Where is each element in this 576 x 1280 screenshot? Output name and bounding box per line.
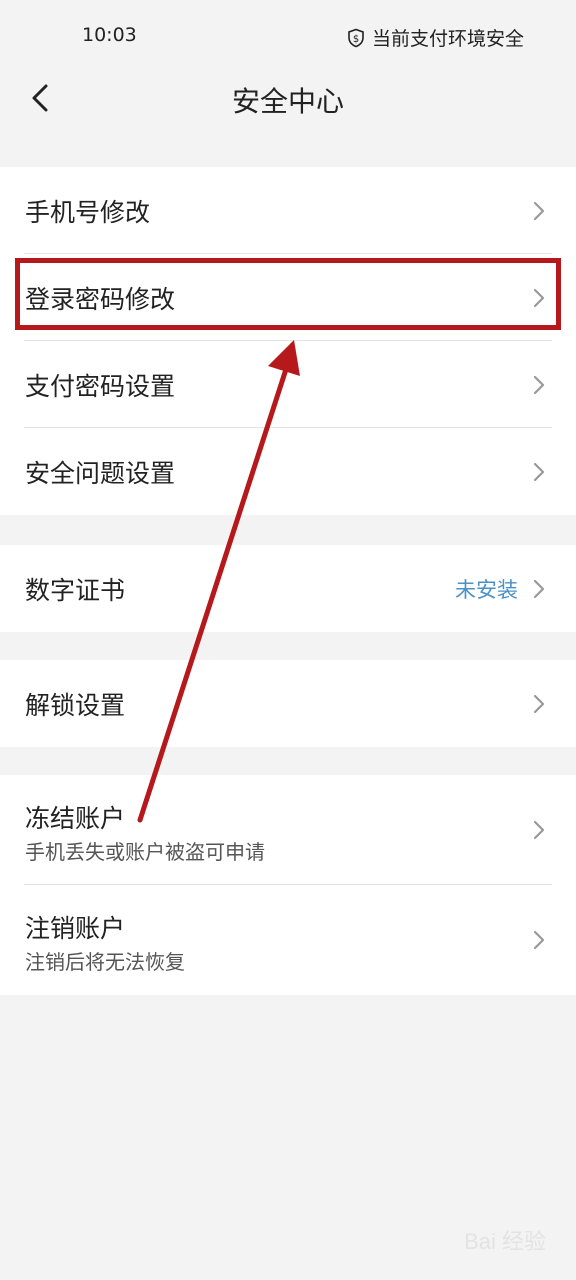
menu-item-unlock-settings[interactable]: 解锁设置: [0, 660, 576, 747]
chevron-right-icon: [532, 929, 546, 951]
security-status-text: 当前支付环境安全: [371, 28, 524, 50]
menu-item-label: 解锁设置: [25, 691, 126, 720]
highlight-box: [15, 258, 561, 330]
chevron-right-icon: [532, 461, 546, 483]
menu-item-label: 支付密码设置: [25, 372, 176, 401]
shield-icon: $: [348, 28, 364, 47]
certificate-group: 数字证书 未安装: [0, 545, 576, 632]
certificate-status: 未安装: [455, 578, 518, 602]
menu-item-label: 数字证书: [25, 576, 126, 605]
menu-item-label: 安全问题设置: [25, 459, 176, 488]
unlock-group: 解锁设置: [0, 660, 576, 747]
clock: 10:03: [82, 24, 137, 46]
navigation-bar: 安全中心: [0, 62, 576, 136]
menu-item-description: 手机丢失或账户被盗可申请: [25, 840, 265, 864]
menu-item-freeze-account[interactable]: 冻结账户 手机丢失或账户被盗可申请: [0, 775, 576, 885]
menu-item-payment-password[interactable]: 支付密码设置: [0, 341, 576, 428]
svg-text:$: $: [353, 34, 359, 45]
menu-item-label: 注销账户: [25, 914, 126, 943]
watermark: Bai 经验: [464, 1229, 546, 1254]
security-status: $ 当前支付环境安全: [346, 24, 524, 51]
account-group: 冻结账户 手机丢失或账户被盗可申请 注销账户 注销后将无法恢复: [0, 775, 576, 995]
chevron-right-icon: [532, 374, 546, 396]
page-title: 安全中心: [231, 85, 344, 118]
menu-item-close-account[interactable]: 注销账户 注销后将无法恢复: [0, 885, 576, 995]
chevron-right-icon: [532, 693, 546, 715]
chevron-right-icon: [532, 200, 546, 222]
menu-item-label: 手机号修改: [25, 198, 151, 227]
chevron-right-icon: [532, 578, 546, 600]
menu-item-description: 注销后将无法恢复: [25, 950, 185, 974]
menu-item-label: 冻结账户: [25, 804, 126, 833]
account-security-group: 手机号修改 登录密码修改 支付密码设置 安全问题设置: [0, 167, 576, 515]
chevron-right-icon: [532, 819, 546, 841]
menu-item-digital-certificate[interactable]: 数字证书 未安装: [0, 545, 576, 632]
menu-item-security-questions[interactable]: 安全问题设置: [0, 428, 576, 515]
menu-item-change-phone[interactable]: 手机号修改: [0, 167, 576, 254]
